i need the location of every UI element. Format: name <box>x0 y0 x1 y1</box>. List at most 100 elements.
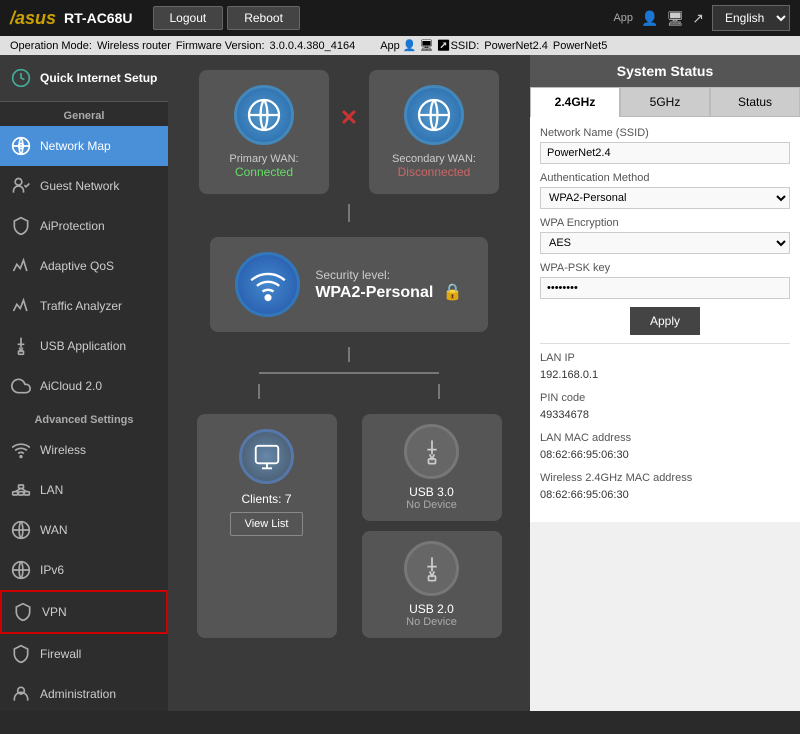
aicloud-icon <box>10 375 32 397</box>
main-content: Primary WAN: Connected ✕ Secondary WAN: … <box>168 55 530 711</box>
quick-setup-icon <box>10 67 32 89</box>
user-icon[interactable]: 👤 <box>641 10 658 27</box>
sidebar-item-wan[interactable]: WAN <box>0 510 168 550</box>
router-icon <box>235 252 300 317</box>
operation-mode-link[interactable]: Wireless router <box>97 40 171 52</box>
lan-ip-field: LAN IP 192.168.0.1 <box>540 352 790 384</box>
wireless-mac-field: Wireless 2.4GHz MAC address 08:62:66:95:… <box>540 472 790 504</box>
adaptive-qos-label: Adaptive QoS <box>40 259 114 273</box>
firewall-icon <box>10 643 32 665</box>
aes-select[interactable]: AES <box>540 232 790 254</box>
apply-button[interactable]: Apply <box>630 307 700 335</box>
general-section-title: General <box>0 102 168 126</box>
sidebar-item-quick-setup[interactable]: Quick Internet Setup <box>0 55 168 102</box>
ssid-label: SSID: <box>451 40 480 52</box>
wan-row: Primary WAN: Connected ✕ Secondary WAN: … <box>183 70 515 194</box>
secondary-wan-box: Secondary WAN: Disconnected <box>369 70 499 194</box>
sidebar-item-vpn[interactable]: VPN <box>0 590 168 634</box>
sidebar-item-lan[interactable]: LAN <box>0 470 168 510</box>
firewall-label: Firewall <box>40 647 81 661</box>
router-security: Security level: WPA2-Personal 🔒 <box>315 268 462 302</box>
wpa-psk-input[interactable] <box>540 277 790 299</box>
ssid2-link[interactable]: PowerNet5 <box>553 40 607 52</box>
lan-ip-value: 192.168.0.1 <box>540 366 790 384</box>
adaptive-qos-icon <box>10 255 32 277</box>
primary-wan-status: Connected <box>219 165 309 179</box>
pin-value: 49334678 <box>540 406 790 424</box>
connector-2 <box>183 347 515 362</box>
sidebar-item-traffic-analyzer[interactable]: Traffic Analyzer <box>0 286 168 326</box>
pin-label: PIN code <box>540 392 790 404</box>
usb30-icon <box>404 424 459 479</box>
sidebar-item-ipv6[interactable]: IPv6 <box>0 550 168 590</box>
usb30-status: No Device <box>377 499 487 511</box>
sidebar-item-usb-application[interactable]: USB Application <box>0 326 168 366</box>
sidebar-item-adaptive-qos[interactable]: Adaptive QoS <box>0 246 168 286</box>
sub-header: Operation Mode: Wireless router Firmware… <box>0 36 800 55</box>
reboot-button[interactable]: Reboot <box>227 6 300 30</box>
sidebar-item-network-map[interactable]: Network Map <box>0 126 168 166</box>
aiprotection-label: AiProtection <box>40 219 105 233</box>
ssid1-link[interactable]: PowerNet2.4 <box>484 40 548 52</box>
sidebar: Quick Internet Setup General Network Map… <box>0 55 168 711</box>
main-layout: Quick Internet Setup General Network Map… <box>0 55 800 711</box>
app-label: App <box>613 12 633 24</box>
sidebar-item-aicloud[interactable]: AiCloud 2.0 <box>0 366 168 406</box>
usb20-icon <box>404 541 459 596</box>
primary-wan-label: Primary WAN: <box>219 153 309 165</box>
network-map-icon <box>10 135 32 157</box>
usb20-label: USB 2.0 <box>377 602 487 616</box>
usb-application-label: USB Application <box>40 339 126 353</box>
disconnect-x-icon: ✕ <box>340 105 358 131</box>
share-icon[interactable]: ↗ <box>692 10 704 27</box>
sidebar-item-firewall[interactable]: Firewall <box>0 634 168 674</box>
asus-logo: /asus <box>10 8 56 29</box>
secondary-wan-icon <box>404 85 464 145</box>
logout-button[interactable]: Logout <box>153 6 224 30</box>
bottom-row: Clients: 7 View List <box>183 414 515 638</box>
network-map-label: Network Map <box>40 139 111 153</box>
h-line <box>183 372 515 374</box>
system-status-title: System Status <box>530 55 800 87</box>
app-icons: App 👤 🖥 ↗ <box>380 39 450 52</box>
header: /asus RT-AC68U Logout Reboot App 👤 🖥 ↗ E… <box>0 0 800 36</box>
wpa-psk-label: WPA-PSK key <box>540 262 790 274</box>
traffic-analyzer-label: Traffic Analyzer <box>40 299 122 313</box>
language-select[interactable]: English <box>712 5 790 31</box>
tab-2-4ghz[interactable]: 2.4GHz <box>530 87 620 117</box>
lan-ip-label: LAN IP <box>540 352 790 364</box>
tab-5ghz[interactable]: 5GHz <box>620 87 710 117</box>
ipv6-icon <box>10 559 32 581</box>
clients-icon <box>239 429 294 484</box>
sidebar-item-guest-network[interactable]: Guest Network <box>0 166 168 206</box>
right-panel: System Status 2.4GHz 5GHz Status Network… <box>530 55 800 711</box>
view-list-button[interactable]: View List <box>230 512 304 536</box>
divider <box>540 343 790 344</box>
auth-method-field: Authentication Method WPA2-Personal <box>540 172 790 209</box>
ipv6-label: IPv6 <box>40 563 64 577</box>
wireless-label: Wireless <box>40 443 86 457</box>
tab-status[interactable]: Status <box>710 87 800 117</box>
wan-label: WAN <box>40 523 68 537</box>
vpn-label: VPN <box>42 605 67 619</box>
wan-icon <box>10 519 32 541</box>
firmware-link[interactable]: 3.0.0.4.380_4164 <box>270 40 356 52</box>
administration-icon <box>10 683 32 705</box>
traffic-analyzer-icon <box>10 295 32 317</box>
auth-method-select[interactable]: WPA2-Personal <box>540 187 790 209</box>
aicloud-label: AiCloud 2.0 <box>40 379 102 393</box>
wpa-encryption-field: WPA Encryption AES <box>540 217 790 254</box>
network-name-input[interactable] <box>540 142 790 164</box>
lan-icon <box>10 479 32 501</box>
display-icon[interactable]: 🖥 <box>666 10 684 27</box>
clients-count: 7 <box>285 492 292 506</box>
administration-label: Administration <box>40 687 116 701</box>
sidebar-item-wireless[interactable]: Wireless <box>0 430 168 470</box>
model-name: RT-AC68U <box>64 10 132 26</box>
sidebar-item-aiprotection[interactable]: AiProtection <box>0 206 168 246</box>
status-content: Network Name (SSID) Authentication Metho… <box>530 117 800 522</box>
wireless-mac-label: Wireless 2.4GHz MAC address <box>540 472 790 484</box>
auth-method-label: Authentication Method <box>540 172 790 184</box>
sidebar-item-administration[interactable]: Administration <box>0 674 168 711</box>
network-map: Primary WAN: Connected ✕ Secondary WAN: … <box>168 55 530 653</box>
